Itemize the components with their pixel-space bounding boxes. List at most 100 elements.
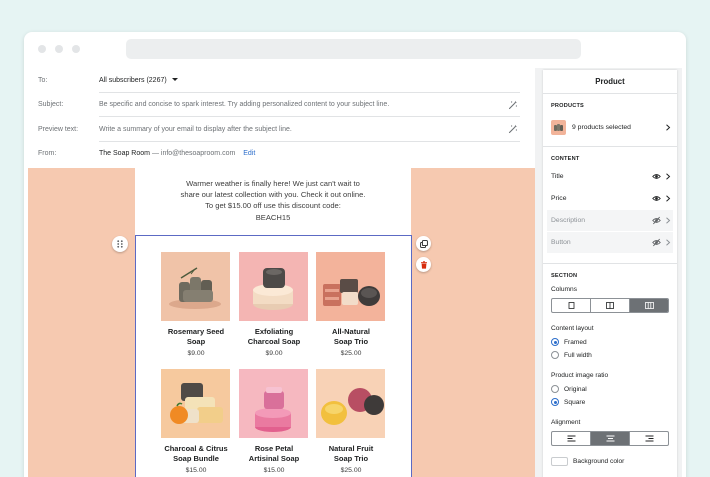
- panel-title: Product: [543, 70, 677, 94]
- product-image[interactable]: [316, 252, 385, 321]
- product-image[interactable]: [316, 369, 385, 438]
- product-image[interactable]: [239, 369, 308, 438]
- ratio-option-square[interactable]: Square: [551, 398, 585, 406]
- intro-text-block[interactable]: Warmer weather is finally here! We just …: [135, 178, 411, 223]
- product-name: Rose Petal Artisinal Soap: [239, 444, 309, 464]
- product-name-line: Exfoliating: [254, 327, 294, 336]
- radio-label: Full width: [564, 351, 592, 359]
- browser-chrome: [24, 32, 686, 66]
- eye-icon[interactable]: [652, 194, 661, 203]
- image-ratio-label: Product image ratio: [551, 372, 609, 379]
- align-center-option[interactable]: [591, 432, 630, 445]
- sender-info: The Soap Room — info@thesoaproom.com Edi…: [99, 150, 255, 157]
- chevron-right-icon: [666, 173, 671, 180]
- product-card[interactable]: Natural Fruit Soap Trio $25.00: [316, 369, 386, 474]
- trash-icon: [420, 260, 427, 269]
- product-image[interactable]: [161, 369, 230, 438]
- divider: [543, 146, 677, 147]
- eye-hidden-icon[interactable]: [652, 238, 661, 247]
- layout-option-framed[interactable]: Framed: [551, 338, 587, 346]
- eye-icon[interactable]: [652, 172, 661, 181]
- subject-row: Subject: Be specific and concise to spar…: [28, 93, 532, 117]
- intro-line: To get $15.00 off use this discount code…: [205, 201, 341, 211]
- alignment-selector: [551, 431, 669, 446]
- product-card[interactable]: All-Natural Soap Trio $25.00: [316, 252, 386, 357]
- columns-2-option[interactable]: [591, 299, 630, 312]
- delete-block-button[interactable]: [416, 257, 431, 272]
- product-image[interactable]: [161, 252, 230, 321]
- product-card[interactable]: Exfoliating Charcoal Soap $9.00: [239, 252, 309, 357]
- content-row-price[interactable]: Price: [547, 188, 673, 209]
- soap-photo: [255, 387, 291, 432]
- product-name-line: Soap Trio: [333, 454, 369, 463]
- columns-1-option[interactable]: [552, 299, 591, 312]
- product-name-line: Charcoal & Citrus: [164, 444, 228, 453]
- product-name: Charcoal & Citrus Soap Bundle: [161, 444, 231, 464]
- address-bar[interactable]: [126, 39, 581, 59]
- soap-photo: [170, 383, 223, 424]
- subject-label: Subject:: [38, 101, 64, 109]
- intro-line: share our latest collection with you. Ch…: [180, 190, 366, 200]
- columns-label: Columns: [551, 286, 578, 293]
- preview-text-input[interactable]: Write a summary of your email to display…: [99, 126, 292, 133]
- radio-unselected[interactable]: [551, 351, 559, 359]
- magic-wand-icon[interactable]: [508, 124, 518, 134]
- product-card[interactable]: Rosemary Seed Soap $9.00: [161, 252, 231, 357]
- product-price: $25.00: [340, 350, 362, 357]
- color-swatch[interactable]: [551, 457, 568, 466]
- sender-email: — info@thesoaproom.com: [151, 150, 236, 158]
- background-color-label: Background color: [573, 458, 625, 465]
- product-name-line: Rosemary Seed: [167, 327, 225, 336]
- product-card[interactable]: Rose Petal Artisinal Soap $15.00: [239, 369, 309, 474]
- product-name: Natural Fruit Soap Trio: [316, 444, 386, 464]
- content-row-label: Button: [551, 239, 571, 246]
- layout-option-full-width[interactable]: Full width: [551, 351, 592, 359]
- product-name-line: Soap Trio: [333, 337, 369, 346]
- three-columns-icon: [644, 302, 654, 309]
- recipients-dropdown[interactable]: All subscribers (2267): [99, 77, 178, 84]
- eye-hidden-icon[interactable]: [652, 216, 661, 225]
- content-row-title[interactable]: Title: [547, 166, 673, 187]
- product-price: $9.00: [187, 350, 205, 357]
- ratio-option-original[interactable]: Original: [551, 385, 587, 393]
- duplicate-block-button[interactable]: [416, 236, 431, 251]
- product-name-line: Artisinal Soap: [248, 454, 300, 463]
- product-image[interactable]: [239, 252, 308, 321]
- content-row-label: Price: [551, 195, 567, 202]
- alignment-label: Alignment: [551, 419, 581, 426]
- soap-photo: [169, 267, 221, 309]
- radio-selected[interactable]: [551, 398, 559, 406]
- window-dot[interactable]: [55, 45, 63, 53]
- radio-label: Original: [564, 385, 587, 393]
- soap-photo: [554, 124, 563, 131]
- magic-wand-icon[interactable]: [508, 100, 518, 110]
- product-block-selected[interactable]: Rosemary Seed Soap $9.00 Exfoliating Cha…: [135, 235, 412, 477]
- content-row-button[interactable]: Button: [547, 232, 673, 253]
- window-dot[interactable]: [72, 45, 80, 53]
- edit-sender-link[interactable]: Edit: [243, 150, 255, 157]
- radio-selected[interactable]: [551, 338, 559, 346]
- product-price: $15.00: [185, 467, 207, 474]
- product-card[interactable]: Charcoal & Citrus Soap Bundle $15.00: [161, 369, 231, 474]
- content-layout-label: Content layout: [551, 325, 594, 332]
- align-right-option[interactable]: [630, 432, 668, 445]
- window-dot[interactable]: [38, 45, 46, 53]
- radio-label: Framed: [564, 338, 587, 346]
- product-price: $25.00: [340, 467, 362, 474]
- subject-input[interactable]: Be specific and concise to spark interes…: [99, 101, 389, 108]
- products-selector[interactable]: 9 products selected: [547, 117, 673, 138]
- background-color-picker[interactable]: Background color: [551, 457, 624, 466]
- radio-unselected[interactable]: [551, 385, 559, 393]
- chevron-right-icon: [666, 239, 671, 246]
- product-name-line: Soap: [186, 337, 206, 346]
- radio-label: Square: [564, 398, 586, 406]
- columns-3-option[interactable]: [630, 299, 668, 312]
- product-name: All-Natural Soap Trio: [316, 327, 386, 347]
- two-columns-icon: [606, 302, 614, 309]
- align-left-option[interactable]: [552, 432, 591, 445]
- align-right-icon: [645, 435, 653, 442]
- email-header-fields: To: All subscribers (2267) Subject: Be s…: [28, 68, 532, 166]
- drag-handle-icon[interactable]: [112, 236, 128, 252]
- chevron-right-icon: [666, 217, 671, 224]
- content-row-description[interactable]: Description: [547, 210, 673, 231]
